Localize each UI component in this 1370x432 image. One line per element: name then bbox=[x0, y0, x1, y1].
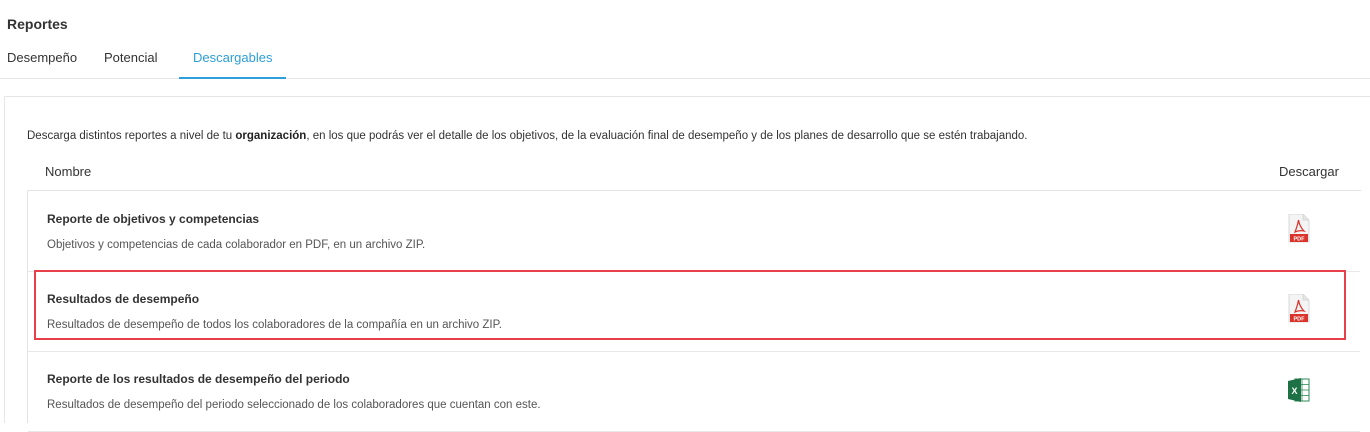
report-title: Reporte de objetivos y competencias bbox=[47, 212, 260, 226]
description-before: Descarga distintos reportes a nivel de t… bbox=[27, 130, 236, 142]
column-header-name: Nombre bbox=[45, 164, 92, 179]
description-text: Descarga distintos reportes a nivel de t… bbox=[27, 130, 1027, 142]
description-bold: organización bbox=[235, 130, 307, 142]
pdf-label: PDF bbox=[1294, 237, 1306, 243]
tab-desempeno[interactable]: Desempeño bbox=[7, 50, 77, 77]
report-title: Resultados de desempeño bbox=[47, 292, 200, 306]
table-row: Reporte de los resultados de desempeño d… bbox=[28, 352, 1360, 432]
excel-icon[interactable]: X bbox=[1288, 375, 1310, 405]
column-header-download: Descargar bbox=[1279, 164, 1339, 179]
table-row: Reporte de objetivos y competencias Obje… bbox=[28, 192, 1360, 272]
tab-potencial[interactable]: Potencial bbox=[104, 50, 157, 77]
pdf-label: PDF bbox=[1294, 317, 1306, 323]
report-description: Resultados de desempeño del periodo sele… bbox=[47, 399, 541, 411]
pdf-icon[interactable]: PDF bbox=[1288, 294, 1310, 324]
tab-descargables[interactable]: Descargables bbox=[179, 50, 285, 79]
table-row: Resultados de desempeño Resultados de de… bbox=[28, 270, 1360, 352]
report-title: Reporte de los resultados de desempeño d… bbox=[47, 372, 350, 386]
excel-label: X bbox=[1291, 386, 1297, 396]
page-title: Reportes bbox=[7, 16, 68, 32]
description-after: , en los que podrás ver el detalle de lo… bbox=[306, 130, 1028, 142]
report-description: Resultados de desempeño de todos los col… bbox=[47, 319, 502, 331]
report-description: Objetivos y competencias de cada colabor… bbox=[47, 239, 426, 251]
tab-bar: Desempeño Potencial Descargables bbox=[0, 38, 1370, 79]
pdf-icon[interactable]: PDF bbox=[1288, 214, 1310, 244]
